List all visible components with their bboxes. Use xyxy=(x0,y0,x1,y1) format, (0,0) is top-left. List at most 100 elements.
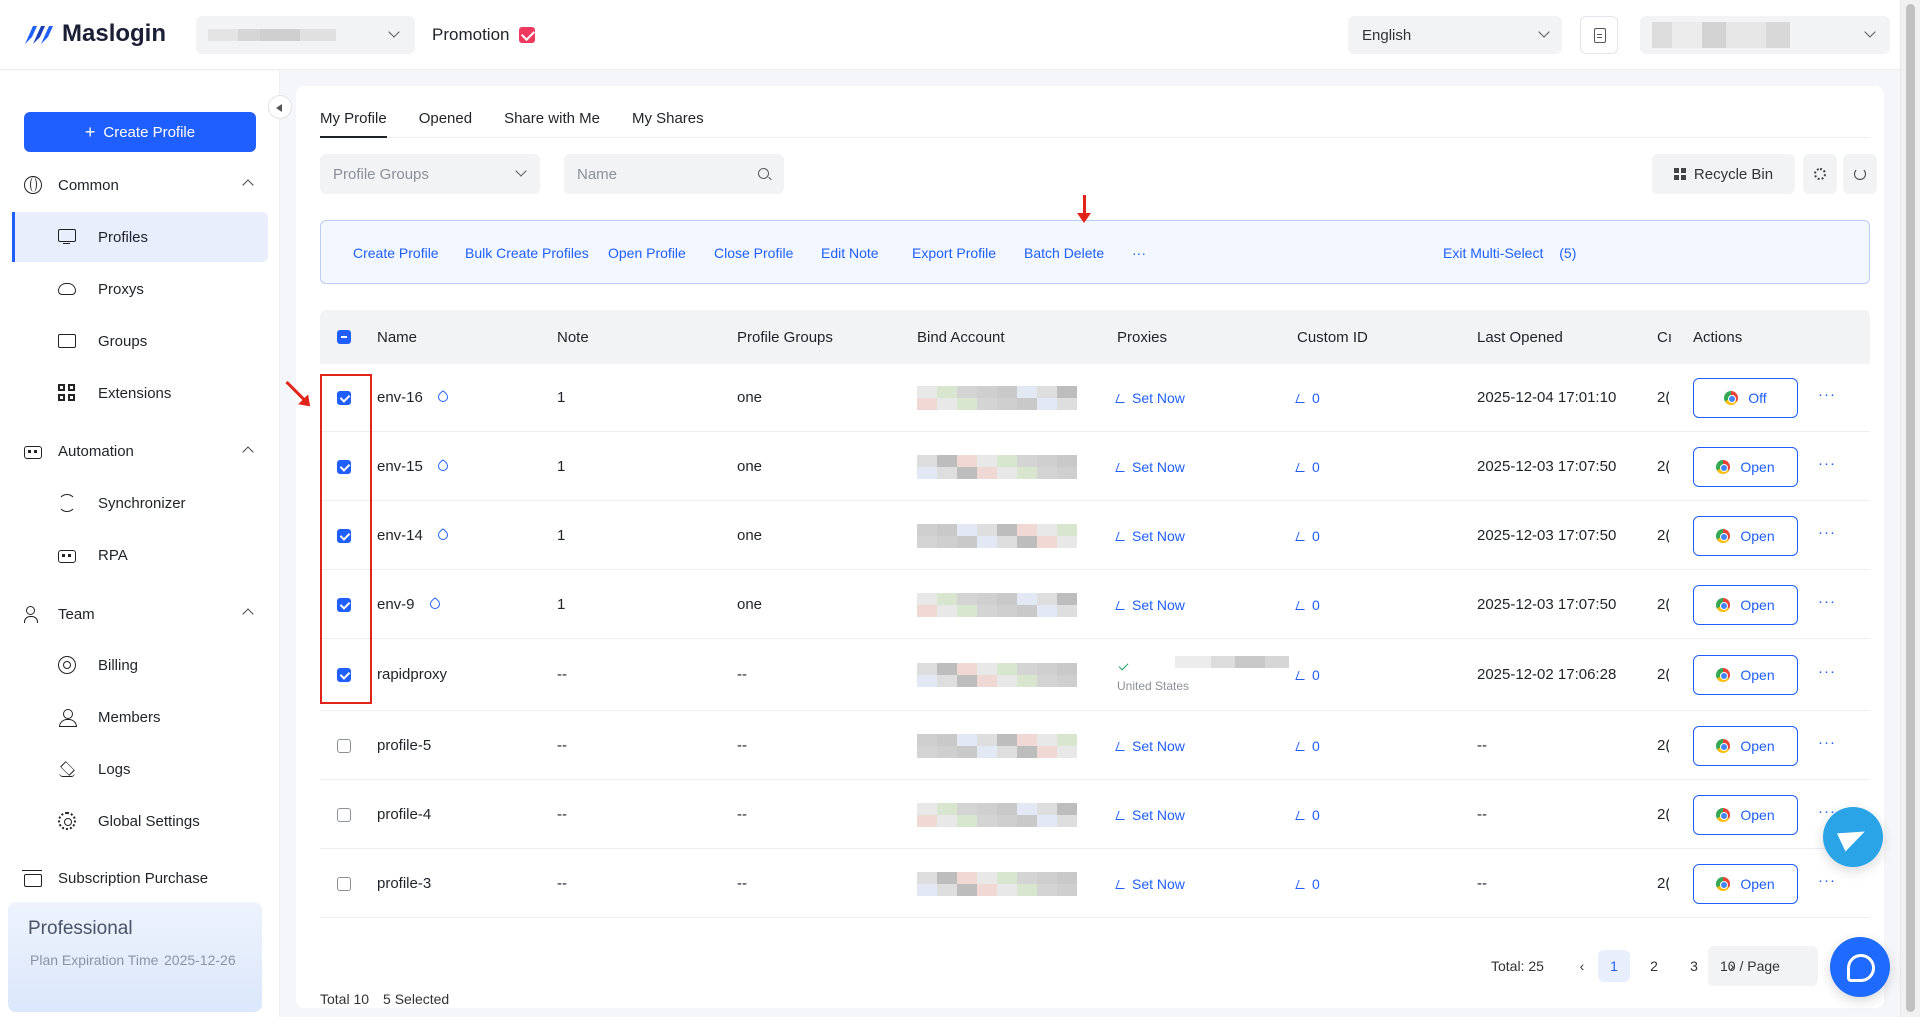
recycle-bin-button[interactable]: Recycle Bin xyxy=(1652,154,1795,194)
table-row[interactable]: profile-4----Set Now0--2(Open··· xyxy=(320,780,1870,849)
set-proxy-link[interactable]: Set Now xyxy=(1115,528,1185,544)
plan-card[interactable]: Professional Plan Expiration Time 2025-1… xyxy=(8,902,262,1012)
set-proxy-link[interactable]: Set Now xyxy=(1115,390,1185,406)
sidebar-item-extensions[interactable]: Extensions xyxy=(12,368,268,418)
account-select[interactable] xyxy=(1640,16,1890,54)
set-proxy-link[interactable]: Set Now xyxy=(1115,876,1185,892)
column-header-profile-groups[interactable]: Profile Groups xyxy=(737,329,833,346)
sidebar-item-rpa[interactable]: RPA xyxy=(12,530,268,580)
profile-name[interactable]: env-15 xyxy=(377,458,423,475)
sidebar-item-global-settings[interactable]: Global Settings xyxy=(12,796,268,846)
row-more-button[interactable]: ··· xyxy=(1818,455,1836,472)
profile-name[interactable]: profile-4 xyxy=(377,806,431,823)
open-profile-row-button[interactable]: Open xyxy=(1693,726,1798,766)
batch-delete-button[interactable]: Batch Delete xyxy=(1024,245,1104,261)
row-more-button[interactable]: ··· xyxy=(1818,386,1836,403)
bulk-create-profiles-button[interactable]: Bulk Create Profiles xyxy=(465,245,589,261)
profile-groups-select[interactable]: Profile Groups xyxy=(320,154,540,194)
set-proxy-link[interactable]: Set Now xyxy=(1115,597,1185,613)
custom-id-link[interactable]: 0 xyxy=(1295,667,1320,683)
collapse-sidebar-button[interactable] xyxy=(268,95,292,119)
sidebar-item-members[interactable]: Members xyxy=(12,692,268,742)
page-scrollbar[interactable] xyxy=(1900,0,1920,1017)
column-header-custom-id[interactable]: Custom ID xyxy=(1297,329,1368,346)
select-all-checkbox[interactable] xyxy=(337,330,351,344)
refresh-button[interactable] xyxy=(1843,154,1877,194)
row-checkbox[interactable] xyxy=(337,808,351,822)
open-profile-row-button[interactable]: Open xyxy=(1693,447,1798,487)
profile-name[interactable]: env-14 xyxy=(377,527,423,544)
edit-note-button[interactable]: Edit Note xyxy=(821,245,879,261)
sidebar-item-synchronizer[interactable]: Synchronizer xyxy=(12,478,268,528)
sidebar-item-proxys[interactable]: Proxys xyxy=(12,264,268,314)
column-header-created[interactable]: Cı xyxy=(1657,329,1672,346)
telegram-float-button[interactable] xyxy=(1823,807,1883,867)
table-row[interactable]: env-14 1 one Set Now 0 2025-12-03 17:07:50 2(O… xyxy=(320,501,1870,570)
pagination-next[interactable]: › xyxy=(1716,950,1748,982)
profile-name[interactable]: env-9 xyxy=(377,596,415,613)
document-button[interactable] xyxy=(1580,16,1618,54)
column-header-name[interactable]: Name xyxy=(377,329,417,346)
table-row[interactable]: rapidproxy -- -- United States 0 2025-12-02 1… xyxy=(320,639,1870,711)
brand-logo[interactable]: Maslogin xyxy=(24,20,166,48)
table-row[interactable]: env-9 1 one Set Now 0 2025-12-03 17:07:50 2(Op… xyxy=(320,570,1870,639)
scrollbar-thumb[interactable] xyxy=(1906,4,1915,1012)
row-checkbox[interactable] xyxy=(337,877,351,891)
pin-icon[interactable] xyxy=(436,458,451,474)
pagination-page-3[interactable]: 3 xyxy=(1678,950,1710,982)
profile-name[interactable]: env-16 xyxy=(377,389,423,406)
profile-name[interactable]: profile-3 xyxy=(377,875,431,892)
subscription-purchase-link[interactable]: Subscription Purchase xyxy=(22,870,208,887)
tab-my-profile[interactable]: My Profile xyxy=(320,86,387,138)
column-header-proxies[interactable]: Proxies xyxy=(1117,329,1167,346)
promotion-link[interactable]: Promotion xyxy=(432,25,536,45)
pagination-page-1[interactable]: 1 xyxy=(1598,950,1630,982)
set-proxy-link[interactable]: Set Now xyxy=(1115,459,1185,475)
custom-id-link[interactable]: 0 xyxy=(1295,528,1320,544)
open-profile-row-button[interactable]: Open xyxy=(1693,585,1798,625)
name-search-input[interactable] xyxy=(564,154,784,194)
export-profile-button[interactable]: Export Profile xyxy=(912,245,996,261)
column-header-last-opened[interactable]: Last Opened xyxy=(1477,329,1563,346)
row-checkbox[interactable] xyxy=(337,739,351,753)
table-row[interactable]: profile-5 -- -- Set Now 0 -- 2(Open ··· xyxy=(320,711,1870,780)
language-select[interactable]: English xyxy=(1348,16,1562,54)
settings-button[interactable] xyxy=(1803,154,1837,194)
create-profile-button[interactable]: + Create Profile xyxy=(24,112,256,152)
custom-id-link[interactable]: 0 xyxy=(1295,876,1320,892)
sidebar-item-billing[interactable]: Billing xyxy=(12,640,268,690)
custom-id-link[interactable]: 0 xyxy=(1295,390,1320,406)
column-header-note[interactable]: Note xyxy=(557,329,589,346)
more-actions-button[interactable]: ··· xyxy=(1132,245,1146,261)
set-proxy-link[interactable]: Set Now xyxy=(1115,807,1185,823)
custom-id-link[interactable]: 0 xyxy=(1295,738,1320,754)
workspace-select[interactable] xyxy=(196,16,415,54)
sidebar-item-logs[interactable]: Logs xyxy=(12,744,268,794)
chat-support-button[interactable] xyxy=(1830,937,1890,997)
row-more-button[interactable]: ··· xyxy=(1818,593,1836,610)
exit-multi-select-button[interactable]: Exit Multi-Select (5) xyxy=(1443,245,1576,261)
pagination-prev[interactable]: ‹ xyxy=(1566,950,1598,982)
open-profile-row-button[interactable]: Open xyxy=(1693,516,1798,556)
sidebar-item-profiles[interactable]: Profiles xyxy=(12,212,268,262)
tab-share-with-me[interactable]: Share with Me xyxy=(504,86,600,138)
sidebar-item-groups[interactable]: Groups xyxy=(12,316,268,366)
custom-id-link[interactable]: 0 xyxy=(1295,807,1320,823)
search-icon[interactable] xyxy=(758,168,769,179)
pin-icon[interactable] xyxy=(436,527,451,543)
table-row[interactable]: env-15 1 one Set Now 0 2025-12-03 17:07:50 2(O… xyxy=(320,432,1870,501)
sidebar-section-team[interactable]: Team xyxy=(24,605,256,623)
bulk-create-profile-button[interactable]: Create Profile xyxy=(353,245,439,261)
table-row[interactable]: profile-3 -- -- Set Now 0 -- 2(Open ··· xyxy=(320,849,1870,918)
set-proxy-link[interactable]: Set Now xyxy=(1115,738,1185,754)
row-more-button[interactable]: ··· xyxy=(1818,663,1836,680)
open-profile-button[interactable]: Open Profile xyxy=(608,245,686,261)
table-row[interactable]: env-16 1 one Set Now 0 2025-12-04 17:01:10 2(O… xyxy=(320,364,1870,432)
tab-my-shares[interactable]: My Shares xyxy=(632,86,704,138)
profile-name[interactable]: rapidproxy xyxy=(377,666,447,683)
custom-id-link[interactable]: 0 xyxy=(1295,597,1320,613)
sidebar-section-automation[interactable]: Automation xyxy=(24,443,256,460)
column-header-bind-account[interactable]: Bind Account xyxy=(917,329,1005,346)
row-more-button[interactable]: ··· xyxy=(1818,524,1836,541)
pin-icon[interactable] xyxy=(436,389,451,405)
